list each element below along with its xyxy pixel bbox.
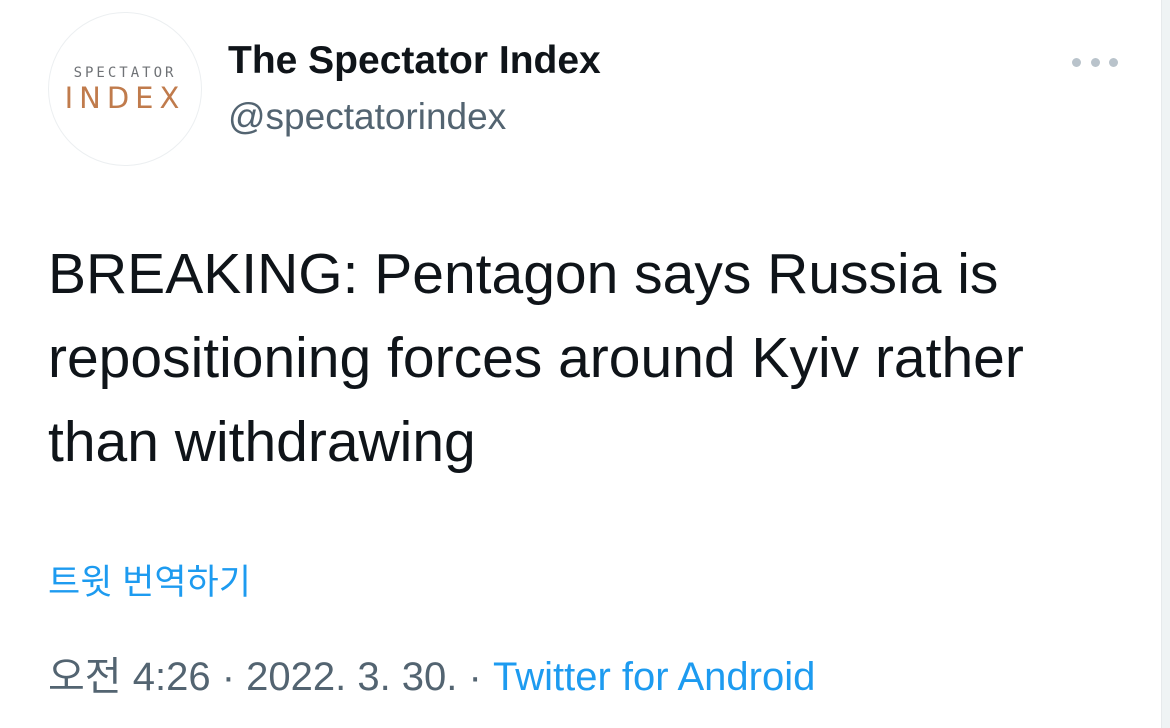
meta-separator: · — [457, 655, 493, 699]
meta-separator: · — [210, 655, 247, 699]
author-handle[interactable]: @spectatorindex — [228, 96, 506, 138]
tweet-date[interactable]: 2022. 3. 30. — [246, 655, 457, 699]
more-options-button[interactable] — [1070, 48, 1120, 76]
more-horizontal-icon — [1109, 57, 1118, 67]
translate-tweet-link[interactable]: 트윗 번역하기 — [48, 554, 251, 605]
tweet-text: BREAKING: Pentagon says Russia is reposi… — [48, 242, 1024, 474]
more-horizontal-icon — [1090, 57, 1100, 67]
avatar-logo-line-1: SPECTATOR — [73, 65, 177, 81]
tweet-meta: 오전 4:26 · 2022. 3. 30. · Twitter for And… — [48, 644, 815, 702]
tweet-source-link[interactable]: Twitter for Android — [493, 655, 815, 699]
tweet-time[interactable]: 오전 4:26 — [48, 655, 211, 699]
avatar[interactable]: SPECTATOR INDEX — [48, 12, 202, 166]
author-name[interactable]: The Spectator Index — [228, 39, 601, 83]
avatar-logo-line-2: INDEX — [64, 81, 186, 115]
scrollbar-track — [1161, 0, 1170, 728]
more-horizontal-icon — [1072, 57, 1081, 67]
